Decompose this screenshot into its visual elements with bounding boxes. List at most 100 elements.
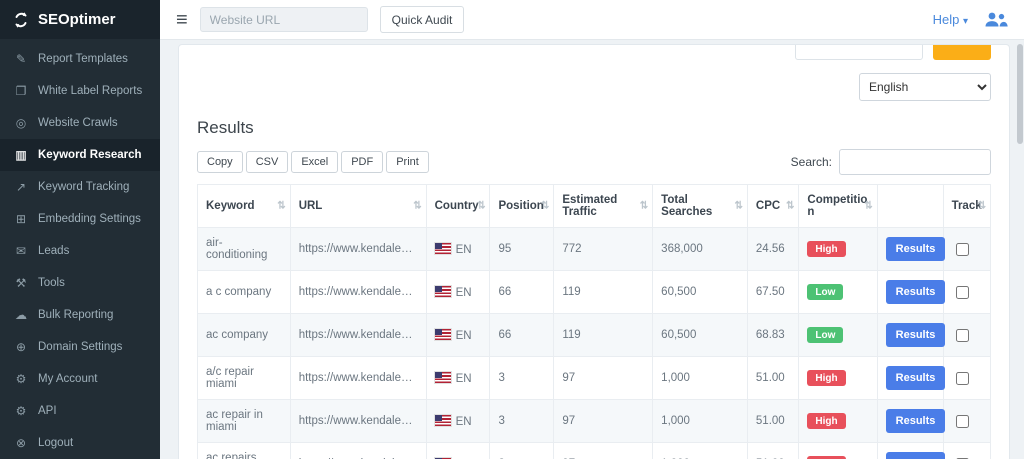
column-header-competition[interactable]: Competition⇅ bbox=[799, 185, 877, 228]
search-input[interactable] bbox=[839, 149, 991, 175]
column-header-total-searches[interactable]: Total Searches ⇅ bbox=[653, 185, 748, 228]
position-cell: 3 bbox=[490, 443, 554, 459]
us-flag-icon bbox=[435, 329, 451, 340]
results-button[interactable]: Results bbox=[886, 237, 946, 261]
sidebar-item-website-crawls[interactable]: ◎Website Crawls bbox=[0, 107, 160, 139]
track-checkbox[interactable] bbox=[956, 243, 969, 256]
track-checkbox[interactable] bbox=[956, 286, 969, 299]
sidebar-item-keyword-research[interactable]: ▥Keyword Research bbox=[0, 139, 160, 171]
excel-export-button[interactable]: Excel bbox=[291, 151, 338, 173]
scrollbar[interactable] bbox=[1017, 44, 1023, 144]
results-button[interactable]: Results bbox=[886, 452, 946, 459]
leads-icon: ✉ bbox=[14, 244, 28, 258]
website-url-input[interactable] bbox=[200, 7, 368, 32]
sort-icon[interactable]: ⇅ bbox=[786, 201, 794, 212]
results-button[interactable]: Results bbox=[886, 366, 946, 390]
column-header-label: Estimated Traffic bbox=[562, 194, 617, 218]
competition-cell: High bbox=[799, 357, 877, 400]
sidebar-item-tools[interactable]: ⚒Tools bbox=[0, 267, 160, 299]
us-flag-icon bbox=[435, 415, 451, 426]
column-header-label: Total Searches bbox=[661, 194, 712, 218]
sidebar-item-report-templates[interactable]: ✎Report Templates bbox=[0, 43, 160, 75]
track-checkbox[interactable] bbox=[956, 372, 969, 385]
sort-icon[interactable]: ⇅ bbox=[413, 201, 421, 212]
copy-export-button[interactable]: Copy bbox=[197, 151, 243, 173]
keyword-cell: a c company bbox=[198, 271, 291, 314]
table-header-row: Keyword⇅URL⇅Country⇅Position⇅Estimated T… bbox=[198, 185, 991, 228]
sort-icon[interactable]: ⇅ bbox=[978, 201, 986, 212]
table-row: air-conditioninghttps://www.kendaleair.c… bbox=[198, 228, 991, 271]
sidebar-item-keyword-tracking[interactable]: ↗Keyword Tracking bbox=[0, 171, 160, 203]
sort-icon[interactable]: ⇅ bbox=[277, 201, 285, 212]
quick-audit-button[interactable]: Quick Audit bbox=[380, 6, 465, 33]
sidebar-item-logout[interactable]: ⊗Logout bbox=[0, 427, 160, 459]
column-header-country[interactable]: Country⇅ bbox=[426, 185, 490, 228]
pdf-export-button[interactable]: PDF bbox=[341, 151, 383, 173]
column-header-label: URL bbox=[299, 200, 323, 212]
top-clipped-orange-button[interactable] bbox=[933, 45, 991, 60]
results-action-cell: Results bbox=[877, 400, 943, 443]
results-button[interactable]: Results bbox=[886, 323, 946, 347]
us-flag-icon bbox=[435, 286, 451, 297]
bulk-reporting-icon: ☁ bbox=[14, 308, 28, 322]
sort-icon[interactable]: ⇅ bbox=[477, 201, 485, 212]
column-header-estimated-traffic[interactable]: Estimated Traffic ⇅ bbox=[554, 185, 653, 228]
track-cell bbox=[943, 271, 990, 314]
sidebar-item-bulk-reporting[interactable]: ☁Bulk Reporting bbox=[0, 299, 160, 331]
country-cell: EN bbox=[426, 443, 490, 459]
sort-icon[interactable]: ⇅ bbox=[864, 201, 872, 212]
topbar: ≡ Quick Audit Help ▾ bbox=[160, 0, 1024, 40]
users-icon[interactable] bbox=[984, 12, 1008, 27]
column-header-keyword[interactable]: Keyword ⇅ bbox=[198, 185, 291, 228]
results-title: Results bbox=[197, 118, 991, 138]
column-header-cpc[interactable]: CPC⇅ bbox=[747, 185, 798, 228]
sidebar-item-label: White Label Reports bbox=[38, 85, 142, 97]
cpc-cell: 51.00 bbox=[747, 400, 798, 443]
track-cell bbox=[943, 400, 990, 443]
keyword-research-icon: ▥ bbox=[14, 148, 28, 162]
table-row: ac companyhttps://www.kendaleair.com/EN6… bbox=[198, 314, 991, 357]
search-wrap: Search: bbox=[791, 149, 991, 175]
sidebar: SEOptimer ✎Report Templates❐White Label … bbox=[0, 0, 160, 459]
column-header-label: Keyword bbox=[206, 200, 255, 212]
cpc-cell: 51.00 bbox=[747, 443, 798, 459]
keyword-cell: ac repair in miami bbox=[198, 400, 291, 443]
cpc-cell: 51.00 bbox=[747, 357, 798, 400]
sidebar-item-label: Embedding Settings bbox=[38, 213, 141, 225]
results-button[interactable]: Results bbox=[886, 409, 946, 433]
hamburger-menu-icon[interactable]: ≡ bbox=[176, 10, 188, 30]
results-action-cell: Results bbox=[877, 228, 943, 271]
cpc-cell: 67.50 bbox=[747, 271, 798, 314]
sort-icon[interactable]: ⇅ bbox=[541, 201, 549, 212]
sidebar-item-my-account[interactable]: ⚙My Account bbox=[0, 363, 160, 395]
help-link[interactable]: Help ▾ bbox=[933, 12, 968, 27]
column-header-url[interactable]: URL ⇅ bbox=[290, 185, 426, 228]
sidebar-item-white-label-reports[interactable]: ❐White Label Reports bbox=[0, 75, 160, 107]
help-label: Help bbox=[933, 12, 960, 27]
column-header-position[interactable]: Position⇅ bbox=[490, 185, 554, 228]
track-checkbox[interactable] bbox=[956, 329, 969, 342]
search-label: Search: bbox=[791, 155, 832, 169]
track-cell bbox=[943, 228, 990, 271]
track-checkbox[interactable] bbox=[956, 415, 969, 428]
print-export-button[interactable]: Print bbox=[386, 151, 429, 173]
column-header-track[interactable]: Track⇅ bbox=[943, 185, 990, 228]
sort-icon[interactable]: ⇅ bbox=[735, 201, 743, 212]
logout-icon: ⊗ bbox=[14, 436, 28, 450]
language-select[interactable]: English bbox=[859, 73, 991, 101]
seoptimer-logo[interactable]: SEOptimer bbox=[0, 0, 160, 39]
sidebar-item-api[interactable]: ⚙API bbox=[0, 395, 160, 427]
content-area: English Results CopyCSVExcelPDFPrint Sea… bbox=[160, 40, 1024, 459]
sidebar-item-domain-settings[interactable]: ⊕Domain Settings bbox=[0, 331, 160, 363]
top-clipped-input[interactable] bbox=[795, 45, 923, 60]
logo-text: SEOptimer bbox=[38, 11, 116, 28]
total-searches-cell: 60,500 bbox=[653, 314, 748, 357]
results-button[interactable]: Results bbox=[886, 280, 946, 304]
sort-icon[interactable]: ⇅ bbox=[640, 201, 648, 212]
sidebar-item-leads[interactable]: ✉Leads bbox=[0, 235, 160, 267]
sidebar-item-embedding-settings[interactable]: ⊞Embedding Settings bbox=[0, 203, 160, 235]
clipped-top-row bbox=[197, 45, 991, 60]
position-cell: 66 bbox=[490, 271, 554, 314]
table-row: a c companyhttps://www.kendaleair.com/EN… bbox=[198, 271, 991, 314]
csv-export-button[interactable]: CSV bbox=[246, 151, 289, 173]
